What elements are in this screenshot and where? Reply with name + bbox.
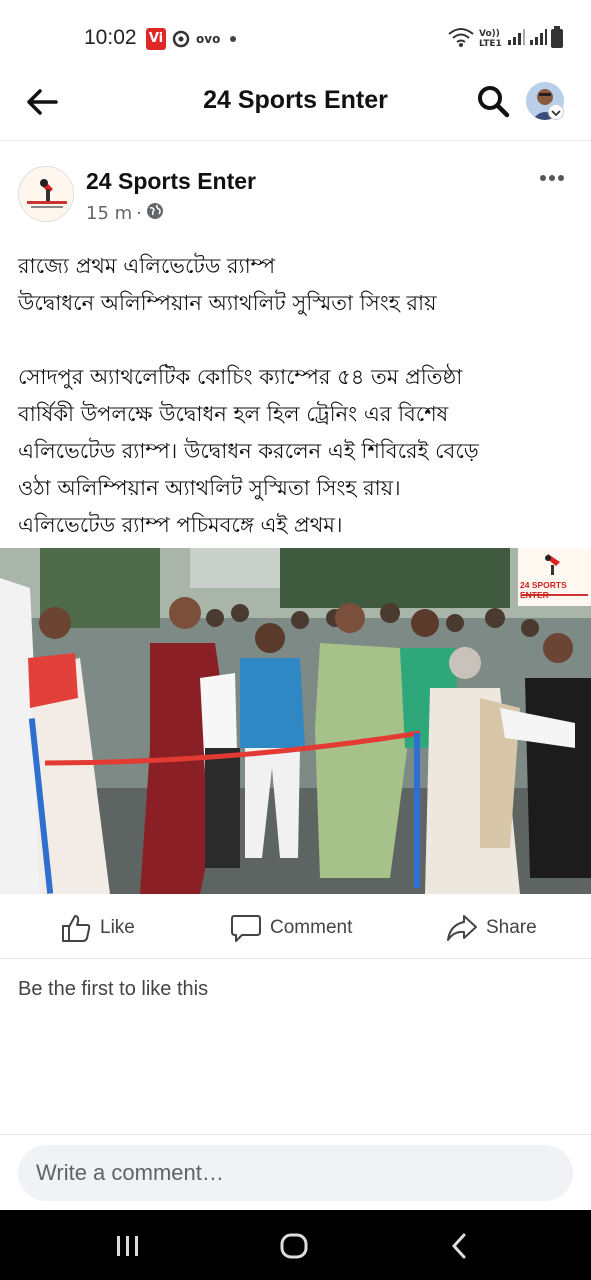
search-button[interactable]	[474, 82, 512, 120]
post-actions: Like Comment Share	[0, 898, 591, 958]
post-body-line-4: ওঠা অলিম্পিয়ান অ্যাথলিট সুস্মিতা সিংহ র…	[18, 476, 401, 500]
comment-label: Comment	[270, 917, 353, 938]
ovo-app-icon	[172, 28, 190, 50]
comment-bubble-icon	[231, 915, 261, 942]
home-icon	[280, 1233, 308, 1259]
page-avatar[interactable]	[18, 166, 74, 222]
share-button[interactable]: Share	[446, 910, 537, 946]
post-body-line-3: এলিভেটেড র‍্যাম্প। উদ্বোধন করলেন এই শিবি…	[18, 439, 479, 463]
like-button[interactable]: Like	[60, 910, 135, 946]
status-bar: 10:02 Vi ovo Vo)) LTE1	[0, 0, 591, 76]
app-header: 24 Sports Enter	[0, 76, 591, 128]
divider	[0, 1134, 591, 1135]
post-body-line-5: এলিভেটেড র‍্যাম্প পচিমবঙ্গে এই প্রথম।	[18, 513, 343, 537]
post-meta: 15 m ·	[86, 202, 164, 225]
post-text: রাজ্যে প্রথম এলিভেটেড র‍্যাম্প উদ্বোধনে …	[18, 248, 578, 544]
notification-dot-icon	[230, 36, 236, 42]
wifi-icon	[447, 26, 475, 52]
ribbon-cutting-photo	[0, 548, 591, 894]
post-headline-line-2: উদ্বোধনে অলিম্পিয়ান অ্যাথলিট সুস্মিতা স…	[18, 291, 437, 315]
system-nav-bar	[0, 1210, 591, 1280]
post-header: 24 Sports Enter 15 m ·	[0, 160, 591, 230]
signal-icon-2	[529, 28, 547, 50]
page-logo-icon	[19, 167, 73, 221]
post-headline-line-1: রাজ্যে প্রথম এলিভেটেড র‍্যাম্প	[18, 254, 276, 278]
globe-icon	[146, 202, 164, 225]
divider	[0, 140, 591, 141]
more-options-button[interactable]	[538, 168, 566, 188]
status-icons: Vo)) LTE1	[447, 26, 563, 52]
home-button[interactable]	[274, 1228, 314, 1264]
signal-icon	[507, 28, 525, 50]
search-icon	[478, 86, 510, 118]
comment-input[interactable]	[18, 1145, 573, 1201]
ovo-app-label: ovo	[196, 32, 221, 46]
network-label: Vo)) LTE1	[479, 29, 502, 49]
post-body-line-1: সোদপুর অ্যাথলেটিক কোচিং ক্যাম্পের ৫৪ তম …	[18, 365, 463, 389]
post-photo[interactable]: 24 SPORTS ENTER	[0, 548, 591, 894]
recent-apps-button[interactable]	[108, 1228, 148, 1264]
share-arrow-icon	[447, 915, 477, 941]
thumbs-up-icon	[62, 915, 91, 942]
share-label: Share	[486, 917, 537, 938]
recent-apps-icon	[117, 1236, 138, 1256]
vi-carrier-icon: Vi	[146, 28, 166, 50]
post-time[interactable]: 15 m	[86, 203, 132, 224]
more-dots-icon	[540, 175, 564, 181]
reactions-summary: Be the first to like this	[18, 978, 209, 1000]
post-body-line-2: বার্ষিকী উপলক্ষে উদ্বোধন হল হিল ট্রেনিং …	[18, 402, 449, 426]
divider	[0, 958, 591, 959]
comment-composer[interactable]	[18, 1145, 573, 1201]
chevron-down-icon[interactable]	[548, 104, 564, 120]
like-label: Like	[100, 917, 135, 938]
battery-icon	[551, 26, 563, 52]
back-chevron-icon	[451, 1233, 466, 1259]
status-time: 10:02	[84, 26, 137, 49]
meta-separator: ·	[136, 203, 142, 224]
system-back-button[interactable]	[440, 1228, 480, 1264]
photo-watermark-text: 24 SPORTS ENTER	[520, 580, 567, 600]
page-name[interactable]: 24 Sports Enter	[86, 168, 256, 195]
comment-button[interactable]: Comment	[230, 910, 352, 946]
